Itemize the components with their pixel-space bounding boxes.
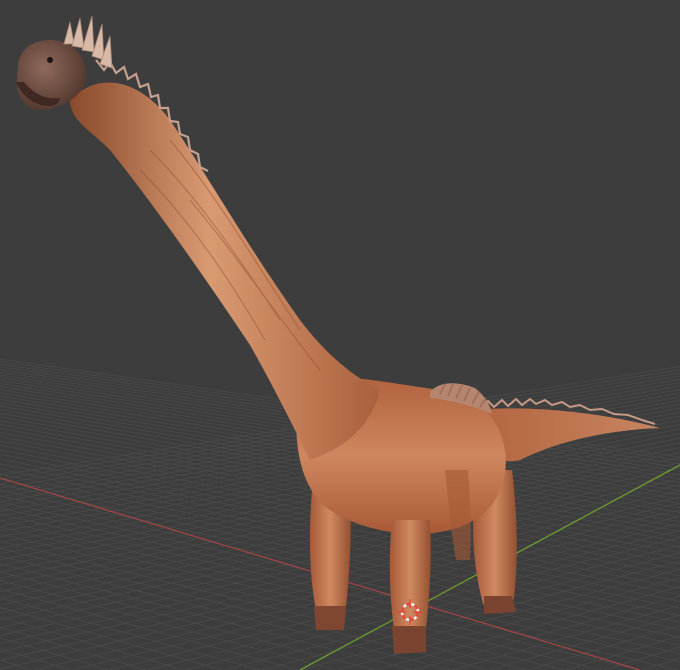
dino-back-foot-rear (484, 596, 516, 614)
dino-front-foot-near (392, 626, 426, 654)
dino-eye (47, 57, 53, 63)
dino-front-foot-rear (314, 606, 346, 630)
viewport-canvas[interactable] (0, 0, 680, 670)
3d-viewport[interactable] (0, 0, 680, 670)
